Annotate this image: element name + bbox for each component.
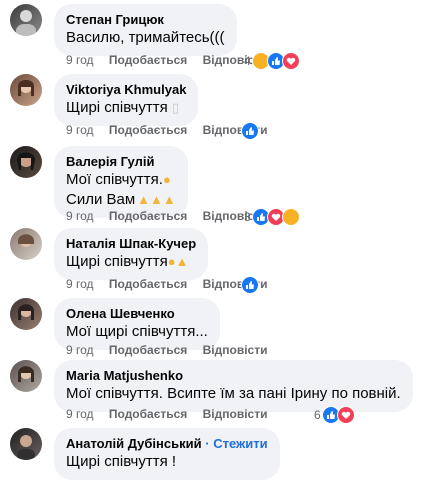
reaction-count: 4 bbox=[244, 54, 251, 68]
like-reaction-icon bbox=[241, 122, 259, 140]
comment-author[interactable]: Степан Грицюк bbox=[66, 11, 225, 28]
comment-actions: 9 год Подобається Відповісти bbox=[66, 406, 279, 422]
reaction-count: 6 bbox=[314, 408, 321, 422]
comment-actions: 9 год Подобається Відповісти bbox=[66, 342, 279, 358]
comment-text: Мої щирі співчуття... bbox=[66, 323, 208, 340]
reaction-summary[interactable] bbox=[241, 276, 259, 294]
comment-author[interactable]: Maria Matjushenko bbox=[66, 367, 401, 384]
reply-button[interactable]: Відповісти bbox=[203, 343, 268, 357]
like-button[interactable]: Подобається bbox=[109, 209, 187, 223]
like-button[interactable]: Подобається bbox=[109, 407, 187, 421]
crying-face-emoji-icon: ●▲ bbox=[167, 254, 189, 269]
candle-emoji-icon: ▯ bbox=[171, 100, 180, 115]
comment-time[interactable]: 9 год bbox=[66, 123, 94, 137]
like-reaction-icon bbox=[241, 276, 259, 294]
comment-bubble: Степан Грицюк Василю, тримайтесь((( bbox=[54, 4, 237, 56]
avatar[interactable] bbox=[10, 298, 42, 330]
comment-author[interactable]: Наталія Шпак-Кучер bbox=[66, 235, 196, 252]
avatar[interactable] bbox=[10, 4, 42, 36]
comment-text: Сили Вам ▲▲▲ bbox=[66, 191, 176, 208]
reaction-count: 3 bbox=[244, 210, 251, 224]
comment-bubble: Анатолій Дубінський · Стежити Щирі співч… bbox=[54, 428, 280, 480]
comment-bubble: Наталія Шпак-Кучер Щирі співчуття●▲ bbox=[54, 228, 209, 280]
like-button[interactable]: Подобається bbox=[109, 123, 187, 137]
like-button[interactable]: Подобається bbox=[109, 343, 187, 357]
reaction-summary[interactable]: 4 bbox=[244, 52, 300, 70]
comment-author[interactable]: Анатолій Дубінський · Стежити bbox=[66, 435, 268, 452]
comment-bubble: Maria Matjushenko Мої співчуття. Всипте … bbox=[54, 360, 413, 412]
comment-text: Мої співчуття. Всипте їм за пані Ірину п… bbox=[66, 385, 401, 402]
comment-time[interactable]: 9 год bbox=[66, 209, 94, 223]
like-button[interactable]: Подобається bbox=[109, 53, 187, 67]
comment-text: Мої співчуття.● bbox=[66, 171, 171, 188]
love-reaction-icon bbox=[281, 52, 300, 70]
love-reaction-icon bbox=[336, 406, 355, 424]
reaction-summary[interactable]: 3 bbox=[244, 208, 300, 226]
comment-author[interactable]: Олена Шевченко bbox=[66, 305, 208, 322]
avatar[interactable] bbox=[10, 74, 42, 106]
comment-text: Щирі співчуття●▲ bbox=[66, 253, 189, 270]
avatar[interactable] bbox=[10, 146, 42, 178]
comment-text: Щирі співчуття ▯ bbox=[66, 99, 180, 116]
comment-time[interactable]: 9 год bbox=[66, 277, 94, 291]
comment-time[interactable]: 9 год bbox=[66, 407, 94, 421]
avatar[interactable] bbox=[10, 360, 42, 392]
follow-link[interactable]: · Стежити bbox=[205, 436, 267, 451]
comment-bubble: Viktoriya Khmulyak Щирі співчуття ▯ bbox=[54, 74, 199, 126]
care-reaction-icon bbox=[281, 208, 300, 226]
avatar[interactable] bbox=[10, 228, 42, 260]
comment-author[interactable]: Валерія Гулій bbox=[66, 153, 176, 170]
reaction-summary[interactable]: 6 bbox=[314, 406, 355, 424]
comment-time[interactable]: 9 год bbox=[66, 53, 94, 67]
comment-text: Василю, тримайтесь((( bbox=[66, 29, 225, 46]
comment-text: Щирі співчуття ! bbox=[66, 453, 177, 470]
pensive-face-emoji-icon: ● bbox=[162, 172, 171, 187]
reaction-summary[interactable] bbox=[241, 122, 259, 140]
comment-time[interactable]: 9 год bbox=[66, 343, 94, 357]
reply-button[interactable]: Відповісти bbox=[203, 407, 268, 421]
avatar[interactable] bbox=[10, 428, 42, 460]
praying-hands-emoji-icon: ▲▲▲ bbox=[137, 192, 176, 207]
like-button[interactable]: Подобається bbox=[109, 277, 187, 291]
comment-author[interactable]: Viktoriya Khmulyak bbox=[66, 81, 186, 98]
